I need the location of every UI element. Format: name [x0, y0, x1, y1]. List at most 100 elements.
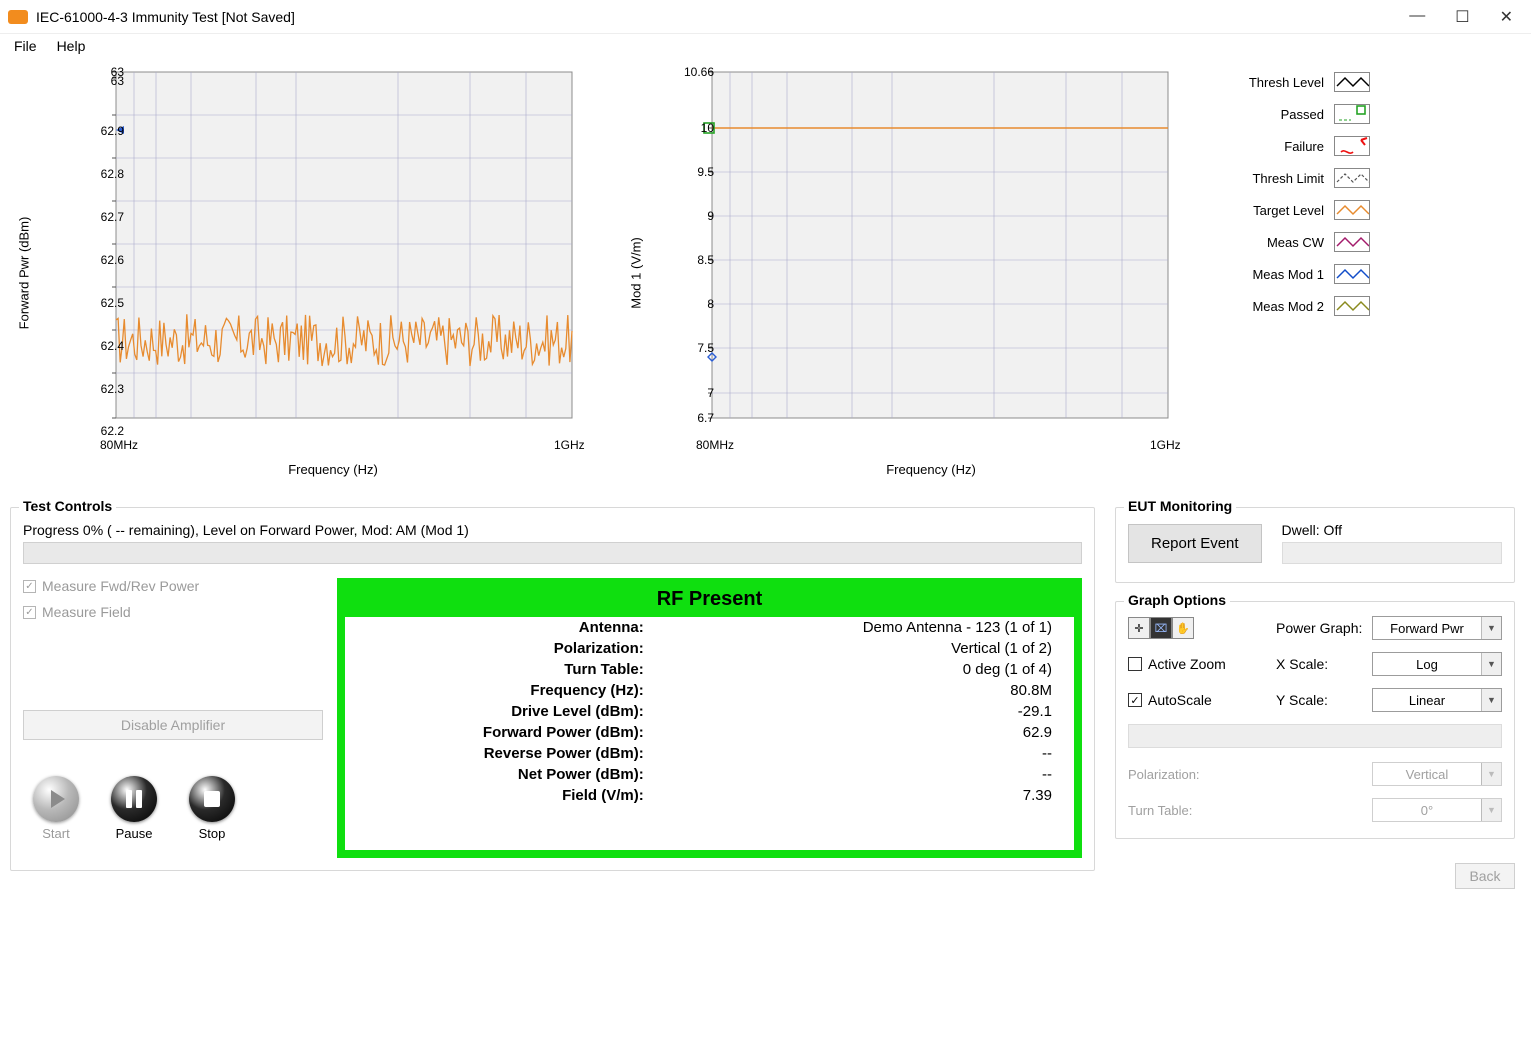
- close-icon[interactable]: ✕: [1500, 7, 1513, 27]
- chevron-down-icon: ▼: [1481, 653, 1501, 675]
- legend-meas-mod1: Meas Mod 1: [1210, 264, 1370, 284]
- pause-icon: [126, 790, 142, 808]
- chart2-xlabel: Frequency (Hz): [682, 462, 1180, 477]
- xscale-select[interactable]: Log ▼: [1372, 652, 1502, 676]
- legend-target-level: Target Level: [1210, 200, 1370, 220]
- stop-button[interactable]: [189, 776, 235, 822]
- status-label: Field (V/m):: [345, 785, 666, 806]
- c1-yt-1: 62.3: [101, 382, 124, 396]
- status-row: Field (V/m):7.39: [345, 785, 1074, 806]
- c1-yt-6: 62.8: [101, 167, 124, 181]
- window-controls: — ☐ ✕: [1409, 7, 1523, 27]
- checkbox-icon: ✓: [1128, 693, 1142, 707]
- swatch-line-magenta-icon: [1334, 232, 1370, 252]
- swatch-line-orange-icon: [1334, 200, 1370, 220]
- app-icon: [8, 10, 28, 24]
- menu-file[interactable]: File: [14, 38, 37, 54]
- power-graph-select[interactable]: Forward Pwr ▼: [1372, 616, 1502, 640]
- chart1-xlabel: Frequency (Hz): [76, 462, 590, 477]
- c1-yt-4: 62.6: [101, 253, 124, 267]
- status-label: Net Power (dBm):: [345, 764, 666, 785]
- status-label: Turn Table:: [345, 659, 666, 680]
- chart1-svg[interactable]: [76, 68, 576, 438]
- c2-x1: 1GHz: [1150, 438, 1181, 452]
- active-zoom-checkbox[interactable]: Active Zoom: [1128, 656, 1226, 672]
- status-label: Polarization:: [345, 638, 666, 659]
- checkbox-icon: ✓: [23, 580, 36, 593]
- zoom-box-icon[interactable]: ⌧: [1150, 617, 1172, 639]
- menubar: File Help: [0, 34, 1531, 62]
- autoscale-checkbox[interactable]: ✓ AutoScale: [1128, 692, 1212, 708]
- chart-mod1: Mod 1 (V/m): [610, 68, 1180, 477]
- status-value: -29.1: [666, 701, 1074, 722]
- eut-title: EUT Monitoring: [1124, 498, 1236, 514]
- rf-status-box: RF Present Antenna:Demo Antenna - 123 (1…: [337, 578, 1082, 858]
- pause-button[interactable]: [111, 776, 157, 822]
- maximize-icon[interactable]: ☐: [1455, 7, 1469, 27]
- legend-thresh-level: Thresh Level: [1210, 72, 1370, 92]
- c2-yt-3: 8: [707, 297, 714, 311]
- pan-icon[interactable]: ✋: [1172, 617, 1194, 639]
- turntable-select: 0° ▼: [1372, 798, 1502, 822]
- polarization-select: Vertical ▼: [1372, 762, 1502, 786]
- crosshair-icon[interactable]: ✛: [1128, 617, 1150, 639]
- c1-yt-8: 63: [111, 74, 124, 88]
- minimize-icon[interactable]: —: [1409, 7, 1425, 27]
- checkbox-icon: [1128, 657, 1142, 671]
- c2-yt-4: 8.5: [697, 253, 714, 267]
- stop-label: Stop: [199, 826, 226, 841]
- polarization-label: Polarization:: [1128, 767, 1372, 782]
- status-table: Antenna:Demo Antenna - 123 (1 of 1)Polar…: [345, 617, 1074, 806]
- report-event-button[interactable]: Report Event: [1128, 524, 1262, 563]
- status-row: Frequency (Hz):80.8M: [345, 680, 1074, 701]
- status-row: Reverse Power (dBm):--: [345, 743, 1074, 764]
- legend-passed: Passed: [1210, 104, 1370, 124]
- graph-options-panel: Graph Options ✛ ⌧ ✋ Power Graph: Forward…: [1115, 601, 1515, 839]
- status-value: --: [666, 743, 1074, 764]
- c1-yt-5: 62.7: [101, 210, 124, 224]
- progress-text: Progress 0% ( -- remaining), Level on Fo…: [23, 522, 1082, 538]
- yscale-select[interactable]: Linear ▼: [1372, 688, 1502, 712]
- turntable-label: Turn Table:: [1128, 803, 1372, 818]
- legend-thresh-limit: Thresh Limit: [1210, 168, 1370, 188]
- readonly-field: [1128, 724, 1502, 748]
- test-controls-panel: Test Controls Progress 0% ( -- remaining…: [10, 507, 1095, 871]
- start-button: [33, 776, 79, 822]
- yscale-label: Y Scale:: [1276, 692, 1372, 708]
- disable-amplifier-button: Disable Amplifier: [23, 710, 323, 740]
- status-value: 7.39: [666, 785, 1074, 806]
- status-row: Polarization:Vertical (1 of 2): [345, 638, 1074, 659]
- c2-yt-2: 7.5: [697, 341, 714, 355]
- c2-yt-5: 9: [707, 209, 714, 223]
- back-button: Back: [1455, 863, 1515, 889]
- start-label: Start: [42, 826, 69, 841]
- c1-x1: 1GHz: [554, 438, 585, 452]
- status-label: Drive Level (dBm):: [345, 701, 666, 722]
- c2-yt-8: 10.66: [684, 65, 714, 79]
- status-value: 62.9: [666, 722, 1074, 743]
- c1-yt-7: 62.9: [101, 124, 124, 138]
- dwell-label: Dwell: Off: [1282, 522, 1502, 538]
- legend: Thresh Level Passed Failure Thresh Limit…: [1210, 68, 1370, 316]
- c1-yt-0: 62.2: [101, 424, 124, 438]
- eut-monitoring-panel: EUT Monitoring Report Event Dwell: Off: [1115, 507, 1515, 583]
- dwell-readonly: [1282, 542, 1502, 564]
- chevron-down-icon: ▼: [1481, 689, 1501, 711]
- menu-help[interactable]: Help: [57, 38, 86, 54]
- status-row: Forward Power (dBm):62.9: [345, 722, 1074, 743]
- status-label: Antenna:: [345, 617, 666, 638]
- graph-options-title: Graph Options: [1124, 592, 1230, 608]
- legend-failure: Failure: [1210, 136, 1370, 156]
- rf-banner: RF Present: [345, 586, 1074, 617]
- swatch-passed-icon: [1334, 104, 1370, 124]
- measure-fwd-checkbox: ✓ Measure Fwd/Rev Power: [23, 578, 323, 594]
- titlebar: IEC-61000-4-3 Immunity Test [Not Saved] …: [0, 0, 1531, 34]
- status-value: 80.8M: [666, 680, 1074, 701]
- graph-toolbar: ✛ ⌧ ✋: [1128, 617, 1194, 639]
- c2-yt-0: 6.7: [697, 411, 714, 425]
- chart2-svg[interactable]: [682, 68, 1172, 438]
- status-row: Net Power (dBm):--: [345, 764, 1074, 785]
- window-title: IEC-61000-4-3 Immunity Test [Not Saved]: [36, 9, 295, 25]
- status-label: Reverse Power (dBm):: [345, 743, 666, 764]
- play-icon: [51, 790, 65, 808]
